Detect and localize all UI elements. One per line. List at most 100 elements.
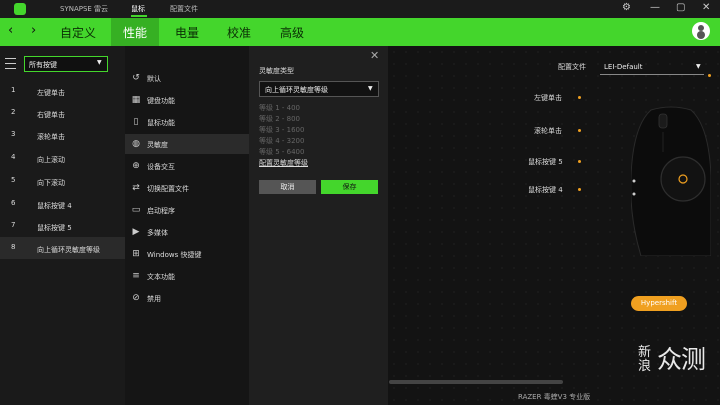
button-row-7[interactable]: 7 鼠标按键 5: [0, 215, 125, 237]
chevron-down-icon: ▼: [696, 63, 701, 70]
mouse-canvas: 配置文件 LEI-Default ▼ 左键单击 滚轮单击 鼠标按键 5 鼠标按键…: [388, 46, 720, 405]
button-number: 2: [11, 108, 16, 116]
tab-power[interactable]: 电量: [175, 24, 199, 41]
button-number: 1: [11, 86, 16, 94]
button-row-8[interactable]: 8 向上循环灵敏度等级: [0, 237, 125, 259]
callout-mouse-button-4[interactable]: 鼠标按键 4: [528, 185, 563, 195]
function-multimedia[interactable]: ▶ 多媒体: [125, 222, 249, 242]
function-label: 设备交互: [147, 163, 175, 171]
profile-dropdown[interactable]: LEI-Default ▼: [600, 60, 704, 75]
settings-gear-icon[interactable]: ⚙: [622, 2, 631, 13]
function-launch-program[interactable]: ▭ 启动程序: [125, 200, 249, 220]
function-disable[interactable]: ⊘ 禁用: [125, 288, 249, 308]
callout-left-click[interactable]: 左键单击: [534, 93, 562, 103]
menu-icon[interactable]: [5, 58, 16, 69]
hypershift-button[interactable]: Hypershift: [631, 296, 687, 311]
tab-profile[interactable]: 配置文件: [170, 4, 198, 14]
back-arrow-icon[interactable]: ‹: [8, 23, 13, 38]
sensitivity-level: 等级 5 - 6400: [259, 148, 305, 156]
callout-wheel-click[interactable]: 滚轮单击: [534, 126, 562, 136]
switch-profile-icon: ⇄: [132, 183, 140, 193]
sensitivity-icon: ◍: [132, 139, 140, 149]
disable-icon: ⊘: [132, 293, 140, 303]
button-number: 5: [11, 176, 16, 184]
active-tab-underline: [131, 15, 147, 17]
button-row-1[interactable]: 1 左键单击: [0, 80, 125, 102]
button-row-3[interactable]: 3 滚轮单击: [0, 124, 125, 146]
function-label: 灵敏度: [147, 141, 168, 149]
sensitivity-type-dropdown[interactable]: 向上循环灵敏度等级 ▼: [259, 81, 379, 97]
button-row-2[interactable]: 2 右键单击: [0, 102, 125, 124]
function-list-panel: ↺ 默认 ▦ 键盘功能 ▯ 鼠标功能 ◍ 灵敏度 ⊕ 设备交互 ⇄ 切换配置文件…: [125, 46, 249, 405]
button-label: 鼠标按键 5: [37, 224, 72, 232]
tab-advanced[interactable]: 高级: [280, 24, 304, 41]
button-number: 6: [11, 199, 16, 207]
mouse-icon: ▯: [133, 117, 139, 127]
launch-program-icon: ▭: [131, 205, 141, 215]
button-filter-dropdown[interactable]: 所有按键 ▼: [24, 56, 108, 72]
profile-label: 配置文件: [558, 63, 586, 71]
tab-customize[interactable]: 自定义: [60, 24, 96, 41]
close-icon[interactable]: ✕: [370, 49, 379, 62]
callout-dot: [578, 129, 581, 132]
function-label: 默认: [147, 75, 161, 83]
button-list-panel: 所有按键 ▼ 1 左键单击 2 右键单击 3 滚轮单击 4 向上滚动 5 向下滚…: [0, 46, 125, 405]
sensitivity-type-heading: 灵敏度类型: [259, 67, 294, 75]
function-label: 鼠标功能: [147, 119, 175, 127]
button-number: 8: [11, 243, 16, 251]
windows-shortcut-icon: ⊞: [132, 249, 140, 259]
default-icon: ↺: [132, 73, 140, 83]
callout-dot: [578, 188, 581, 191]
sensitivity-detail-panel: ✕ 灵敏度类型 向上循环灵敏度等级 ▼ 等级 1 - 400 等级 2 - 80…: [249, 46, 388, 405]
configure-levels-link[interactable]: 配置灵敏度等级: [259, 158, 308, 168]
button-number: 7: [11, 221, 16, 229]
function-label: 禁用: [147, 295, 161, 303]
function-label: 启动程序: [147, 207, 175, 215]
sensitivity-level: 等级 3 - 1600: [259, 126, 305, 134]
title-bar: SYNAPSE 雷云 鼠标 配置文件 ⚙ — ▢ ✕: [0, 0, 720, 18]
function-label: Windows 快捷键: [147, 251, 202, 259]
button-row-5[interactable]: 5 向下滚动: [0, 170, 125, 192]
interdevice-icon: ⊕: [132, 161, 140, 171]
maximize-icon[interactable]: ▢: [676, 2, 685, 13]
button-label: 右键单击: [37, 111, 65, 119]
sensitivity-level: 等级 1 - 400: [259, 104, 301, 112]
keyboard-icon: ▦: [131, 95, 141, 105]
callout-mouse-button-5[interactable]: 鼠标按键 5: [528, 157, 563, 167]
tab-mouse[interactable]: 鼠标: [131, 4, 145, 14]
function-default[interactable]: ↺ 默认: [125, 68, 249, 88]
callout-dot: [708, 74, 711, 77]
button-row-6[interactable]: 6 鼠标按键 4: [0, 193, 125, 215]
close-window-icon[interactable]: ✕: [702, 2, 710, 13]
button-number: 4: [11, 153, 16, 161]
razer-logo-icon: [14, 3, 26, 15]
profile-value: LEI-Default: [604, 63, 643, 71]
user-avatar-icon[interactable]: [692, 22, 710, 40]
function-sensitivity[interactable]: ◍ 灵敏度: [125, 134, 249, 154]
function-label: 文本功能: [147, 273, 175, 281]
minimize-icon[interactable]: —: [650, 2, 660, 13]
button-label: 鼠标按键 4: [37, 202, 72, 210]
button-row-4[interactable]: 4 向上滚动: [0, 147, 125, 169]
tab-performance[interactable]: 性能: [123, 24, 147, 41]
function-interdevice[interactable]: ⊕ 设备交互: [125, 156, 249, 176]
horizontal-scrollbar[interactable]: [389, 380, 563, 384]
forward-arrow-icon[interactable]: ›: [31, 23, 36, 38]
save-button[interactable]: 保存: [321, 180, 378, 194]
button-filter-value: 所有按键: [29, 61, 57, 69]
callout-dot: [578, 160, 581, 163]
function-mouse[interactable]: ▯ 鼠标功能: [125, 112, 249, 132]
function-label: 键盘功能: [147, 97, 175, 105]
mouse-image: [631, 106, 711, 256]
function-windows-shortcut[interactable]: ⊞ Windows 快捷键: [125, 244, 249, 264]
function-label: 切换配置文件: [147, 185, 189, 193]
text-function-icon: ≡: [132, 271, 140, 281]
function-switch-profile[interactable]: ⇄ 切换配置文件: [125, 178, 249, 198]
function-keyboard[interactable]: ▦ 键盘功能: [125, 90, 249, 110]
function-text[interactable]: ≡ 文本功能: [125, 266, 249, 286]
cancel-button[interactable]: 取消: [259, 180, 316, 194]
sensitivity-type-value: 向上循环灵敏度等级: [265, 86, 328, 94]
button-label: 左键单击: [37, 89, 65, 97]
button-label: 向上循环灵敏度等级: [37, 246, 100, 254]
tab-calibration[interactable]: 校准: [227, 24, 251, 41]
